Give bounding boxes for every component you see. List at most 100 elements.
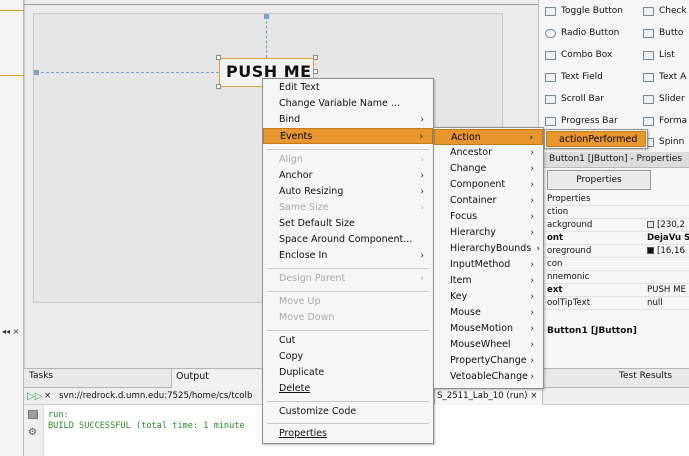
guide-anchor-icon (34, 70, 39, 75)
palette-item-formatted-field[interactable]: Forma (643, 110, 689, 132)
submenu-item-action-performed[interactable]: actionPerformed (546, 131, 646, 147)
stop-icon[interactable] (28, 410, 38, 419)
property-row[interactable]: ackground [230,2 (539, 220, 689, 232)
menu-item-design-parent[interactable]: Design Parent › (263, 271, 433, 287)
tab-lab-run[interactable]: S_2511_Lab_10 (run) × (434, 389, 544, 405)
submenu-item-change[interactable]: Change › (434, 161, 543, 177)
property-row[interactable]: nnemonic (539, 272, 689, 284)
property-row[interactable]: con (539, 259, 689, 271)
submenu-item-ancestor[interactable]: Ancestor › (434, 145, 543, 161)
chevron-right-icon: › (420, 171, 424, 181)
menu-item-auto-resizing[interactable]: Auto Resizing › (263, 184, 433, 200)
palette-item-text-area[interactable]: Text A (643, 66, 689, 88)
menu-item-cut[interactable]: Cut (263, 333, 433, 349)
submenu-item-property-change[interactable]: PropertyChange › (434, 353, 543, 369)
submenu-item-mouse[interactable]: Mouse › (434, 305, 543, 321)
action-submenu: actionPerformed (544, 129, 648, 149)
property-row[interactable]: ext PUSH ME (539, 285, 689, 297)
menu-item-customize-code[interactable]: Customize Code (263, 404, 433, 420)
menu-item-move-up[interactable]: Move Up (263, 294, 433, 310)
palette-item-toggle-button[interactable]: Toggle Button (545, 0, 641, 22)
palette-item-scroll-bar[interactable]: Scroll Bar (545, 88, 641, 110)
submenu-item-input-method[interactable]: InputMethod › (434, 257, 543, 273)
submenu-item-key[interactable]: Key › (434, 289, 543, 305)
tab-tasks[interactable]: Tasks (29, 371, 53, 381)
menu-item-enclose-in[interactable]: Enclose In › (263, 248, 433, 264)
chevron-right-icon: › (530, 308, 534, 318)
tab-output[interactable]: Output (171, 369, 266, 388)
output-line: run: (48, 410, 69, 420)
resize-handle[interactable] (313, 69, 318, 74)
menu-item-change-variable-name[interactable]: Change Variable Name ... (263, 96, 433, 112)
chevron-right-icon: › (420, 115, 424, 125)
menu-separator (267, 401, 429, 402)
palette-item-radio-button[interactable]: Radio Button (545, 22, 641, 44)
palette-item-checkbox[interactable]: Check (643, 0, 689, 22)
close-icon[interactable]: × (44, 391, 51, 401)
properties-footer: Button1 [JButton] (547, 326, 637, 336)
submenu-item-vetoable-change[interactable]: VetoableChange › (434, 369, 543, 385)
palette-item-button-group[interactable]: Butto (643, 22, 689, 44)
chevron-right-icon: › (530, 212, 534, 222)
submenu-item-container[interactable]: Container › (434, 193, 543, 209)
chevron-right-icon: › (420, 274, 424, 284)
rerun-icon[interactable]: ▷▷ (27, 391, 42, 402)
properties-section-header[interactable]: Properties (539, 194, 689, 206)
resize-handle[interactable] (313, 55, 318, 60)
menu-item-duplicate[interactable]: Duplicate (263, 365, 433, 381)
submenu-item-mouse-wheel[interactable]: MouseWheel › (434, 337, 543, 353)
chevron-right-icon: › (530, 196, 534, 206)
property-row[interactable]: oolTipText null (539, 298, 689, 310)
left-panel-close-button[interactable]: ◂◂ × (0, 327, 24, 339)
submenu-item-component[interactable]: Component › (434, 177, 543, 193)
submenu-item-item[interactable]: Item › (434, 273, 543, 289)
button-group-icon (643, 28, 654, 38)
menu-item-anchor[interactable]: Anchor › (263, 168, 433, 184)
menu-separator (267, 330, 429, 331)
property-row[interactable]: oreground [16,16 (539, 246, 689, 258)
chevron-right-icon: › (420, 251, 424, 261)
tab-svn-output[interactable]: svn://redrock.d.umn.edu:7525/home/cs/tco… (59, 391, 252, 401)
palette-item-text-field[interactable]: Text Field (545, 66, 641, 88)
submenu-item-mouse-motion[interactable]: MouseMotion › (434, 321, 543, 337)
palette-item-slider[interactable]: Slider (643, 88, 689, 110)
menu-item-events[interactable]: Events › (263, 128, 433, 144)
palette-item-list[interactable]: List (643, 44, 689, 66)
palette-item-combo-box[interactable]: Combo Box (545, 44, 641, 66)
menu-item-delete[interactable]: Delete (263, 381, 433, 397)
tab-test-results[interactable]: Test Results (619, 371, 672, 381)
property-row[interactable]: ction (539, 207, 689, 219)
property-row[interactable]: ont DejaVu S (539, 233, 689, 245)
resize-handle[interactable] (216, 55, 221, 60)
color-swatch-icon (647, 221, 654, 228)
close-tab-icon[interactable]: × (530, 391, 537, 401)
submenu-item-action[interactable]: Action › (434, 129, 543, 145)
menu-item-same-size[interactable]: Same Size › (263, 200, 433, 216)
menu-item-align[interactable]: Align › (263, 152, 433, 168)
chevron-right-icon: › (419, 132, 423, 142)
menu-item-edit-text[interactable]: Edit Text (263, 80, 433, 96)
settings-icon[interactable]: ⚙ (28, 427, 37, 438)
combo-box-icon (545, 50, 556, 60)
resize-handle[interactable] (216, 84, 221, 89)
palette-item-spinner[interactable]: Spinn (643, 131, 689, 153)
menu-item-move-down[interactable]: Move Down (263, 310, 433, 326)
context-menu: Edit Text Change Variable Name ... Bind ›… (262, 78, 434, 444)
chevron-right-icon: › (420, 203, 424, 213)
submenu-item-hierarchy-bounds[interactable]: HierarchyBounds › (434, 241, 543, 257)
menu-item-space-around-component[interactable]: Space Around Component... (263, 232, 433, 248)
menu-separator (267, 291, 429, 292)
submenu-item-hierarchy[interactable]: Hierarchy › (434, 225, 543, 241)
menu-item-copy[interactable]: Copy (263, 349, 433, 365)
menu-item-set-default-size[interactable]: Set Default Size (263, 216, 433, 232)
text-area-icon (643, 72, 654, 82)
tab-properties[interactable]: Properties (547, 170, 651, 190)
submenu-item-focus[interactable]: Focus › (434, 209, 543, 225)
list-icon (643, 50, 654, 60)
scroll-bar-icon (545, 94, 556, 104)
menu-item-properties[interactable]: Properties (263, 426, 433, 442)
menu-separator (267, 268, 429, 269)
chevron-right-icon: › (530, 260, 534, 270)
menu-item-bind[interactable]: Bind › (263, 112, 433, 128)
text-field-icon (545, 72, 556, 82)
